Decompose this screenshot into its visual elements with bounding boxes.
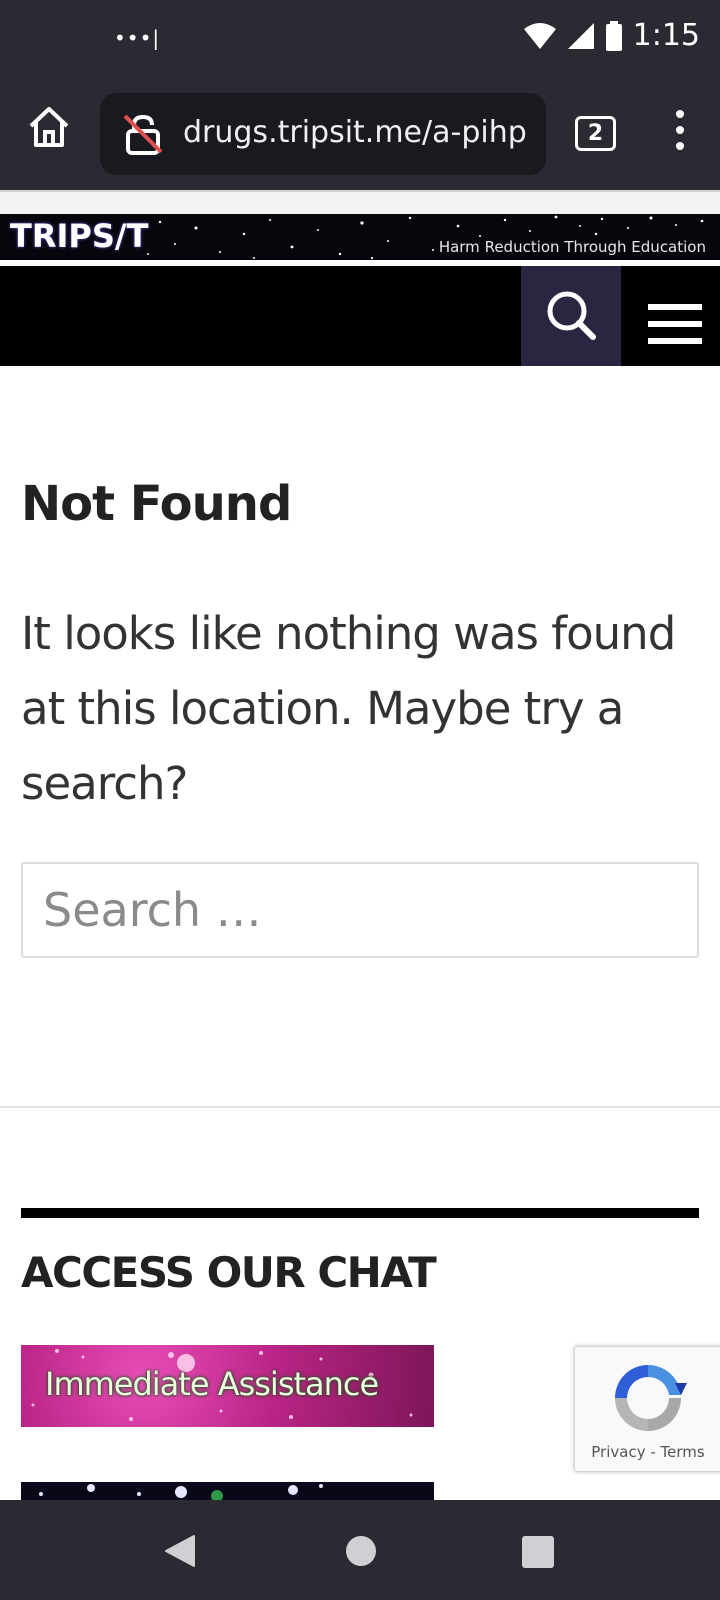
chat-banner-secondary[interactable]	[21, 1482, 434, 1500]
recaptcha-separator: -	[645, 1443, 661, 1461]
recaptcha-links: Privacy - Terms	[575, 1443, 720, 1461]
status-icons: 1:15	[523, 18, 700, 53]
search-input[interactable]	[21, 862, 699, 958]
tripsit-logo[interactable]: TRIPS/T	[10, 217, 148, 255]
search-icon	[547, 291, 596, 340]
browser-toolbar: drugs.tripsit.me/a-pihp 2	[0, 76, 720, 190]
tab-switcher-button[interactable]: 2	[575, 116, 616, 151]
home-nav-icon[interactable]	[346, 1536, 376, 1566]
immediate-assistance-label[interactable]: Immediate Assistance	[45, 1365, 379, 1403]
hamburger-menu-icon[interactable]	[648, 304, 702, 355]
not-found-message: It looks like nothing was found at this …	[21, 607, 676, 810]
site-nav-bar	[0, 266, 720, 366]
overflow-menu-icon[interactable]	[670, 110, 690, 156]
page-title: Not Found	[21, 476, 292, 532]
page-top-strip	[0, 190, 720, 214]
recaptcha-terms-link[interactable]: Terms	[661, 1443, 705, 1461]
cell-signal-icon	[567, 22, 594, 49]
immediate-assistance-banner[interactable]: Immediate Assistance	[21, 1345, 434, 1427]
home-icon[interactable]	[26, 104, 72, 150]
starfield-decoration	[39, 1484, 323, 1500]
recaptcha-badge[interactable]: Privacy - Terms	[574, 1346, 720, 1472]
battery-icon	[605, 20, 622, 51]
system-navigation-bar	[0, 1500, 720, 1600]
widget-title: ACCESS OUR CHAT	[21, 1248, 437, 1297]
url-text[interactable]: drugs.tripsit.me/a-pihp	[183, 115, 527, 150]
back-icon[interactable]	[164, 1534, 196, 1568]
clock: 1:15	[632, 18, 700, 53]
insecure-lock-icon[interactable]	[122, 113, 164, 155]
recaptcha-privacy-link[interactable]: Privacy	[591, 1443, 645, 1461]
address-bar[interactable]: drugs.tripsit.me/a-pihp	[100, 93, 546, 175]
site-tagline: Harm Reduction Through Education	[438, 238, 706, 256]
recent-apps-icon[interactable]	[522, 1536, 554, 1568]
content-divider	[0, 1106, 720, 1108]
recaptcha-icon	[615, 1364, 687, 1431]
notification-dots: •••|	[114, 26, 161, 50]
wifi-icon	[523, 22, 556, 49]
widget-top-rule	[21, 1208, 699, 1218]
search-toggle-button[interactable]	[521, 266, 621, 366]
site-header-banner[interactable]: TRIPS/T Harm Reduction Through Education	[0, 214, 720, 260]
status-bar: •••| 1:15	[0, 0, 720, 76]
